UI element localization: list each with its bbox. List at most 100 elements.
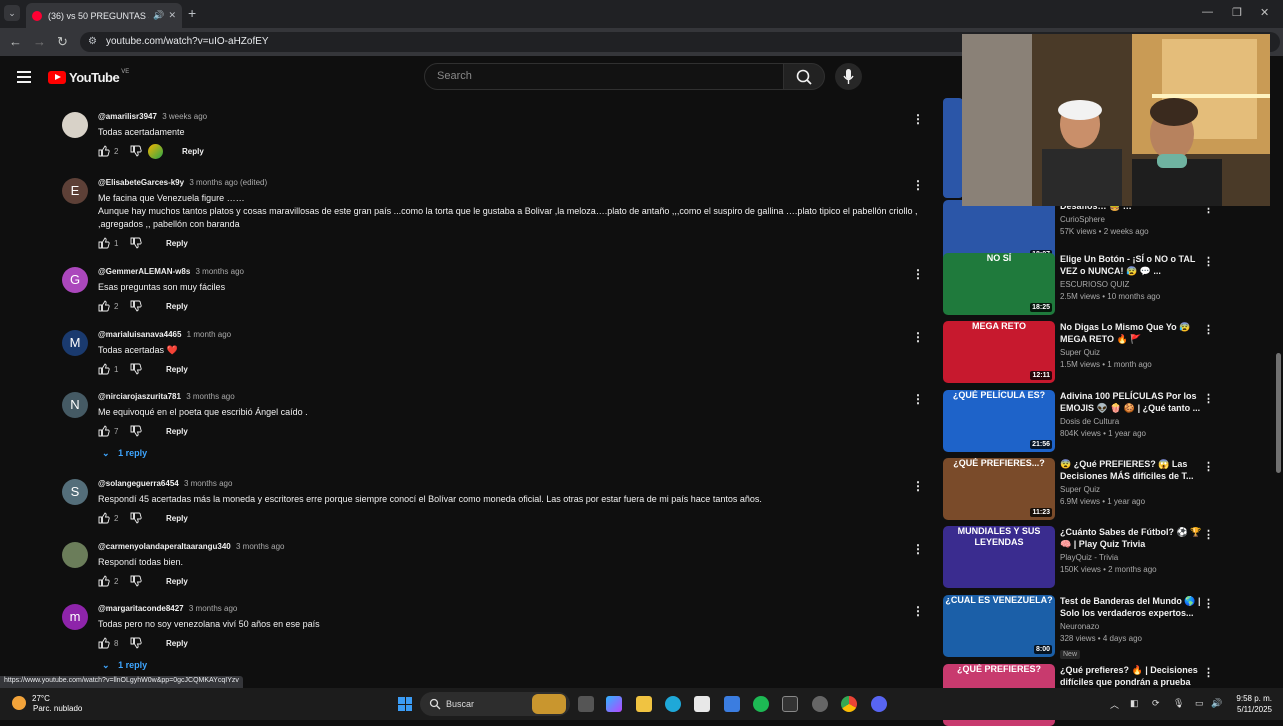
video-thumbnail[interactable]: ¿QUÉ PELÍCULA ES? 21:56	[943, 390, 1055, 452]
comment-author[interactable]: @GemmerALEMAN-w8s	[98, 267, 190, 276]
more-options-icon[interactable]: ⋮	[1203, 528, 1214, 541]
more-options-icon[interactable]: ⋮	[912, 604, 924, 618]
video-title[interactable]: Test de Banderas del Mundo 🌎 | Solo los …	[1060, 595, 1210, 619]
reply-button[interactable]: Reply	[182, 147, 204, 156]
reply-button[interactable]: Reply	[166, 427, 188, 436]
active-tab[interactable]: (36) vs 50 PREGUNTAS SOBRE 🔊 ✕	[26, 3, 182, 28]
task-view-icon[interactable]	[578, 696, 594, 712]
video-title[interactable]: Adivina 100 PELÍCULAS Por los EMOJIS 👽 🍿…	[1060, 390, 1210, 414]
video-thumbnail[interactable]: ¿CUAL ES VENEZUELA? 8:00	[943, 595, 1055, 657]
comment-time[interactable]: 3 months ago	[186, 392, 234, 401]
video-card[interactable]: ¿QUÉ PELÍCULA ES? 21:56 Adivina 100 PELÍ…	[943, 390, 1223, 452]
site-info-icon[interactable]: ⚙	[88, 32, 97, 52]
thumbs-down-icon[interactable]	[130, 637, 142, 649]
comment-time[interactable]: 3 weeks ago	[162, 112, 207, 121]
video-card[interactable]: NO SÍ 18:25 Elige Un Botón - ¡SÍ o NO o …	[943, 253, 1223, 315]
thumbs-down-icon[interactable]	[130, 575, 142, 587]
comment-time[interactable]: 3 months ago	[236, 542, 284, 551]
thumbs-up-icon[interactable]	[98, 425, 110, 437]
comment-author[interactable]: @carmenyolandaperaltaarangu340	[98, 542, 231, 551]
audio-icon[interactable]: 🔊	[153, 10, 164, 21]
reload-button[interactable]: ↻	[57, 34, 68, 50]
channel-name[interactable]: Neuronazo	[1060, 622, 1210, 631]
video-title[interactable]: ¿Qué prefieres? 🔥 | Decisiones difíciles…	[1060, 664, 1210, 688]
avatar[interactable]: N	[62, 392, 88, 418]
reply-button[interactable]: Reply	[166, 577, 188, 586]
comment-author[interactable]: @solangeguerra6454	[98, 479, 179, 488]
weather-widget[interactable]: 27°C Parc. nublado	[12, 694, 82, 714]
thumbs-down-icon[interactable]	[130, 300, 142, 312]
spotify-icon[interactable]	[753, 696, 769, 712]
edge-icon[interactable]	[665, 696, 681, 712]
start-button[interactable]	[398, 697, 412, 711]
video-thumbnail[interactable]	[943, 98, 963, 198]
reply-button[interactable]: Reply	[166, 239, 188, 248]
chrome-icon[interactable]	[841, 696, 857, 712]
channel-name[interactable]: Dosis de Cultura	[1060, 417, 1210, 426]
view-replies-button[interactable]: ⌄ 1 reply	[102, 660, 147, 671]
more-options-icon[interactable]: ⋮	[1203, 255, 1214, 268]
voice-search-button[interactable]	[835, 63, 862, 90]
video-thumbnail[interactable]: MUNDIALES Y SUS LEYENDAS	[943, 526, 1055, 588]
thumbs-down-icon[interactable]	[130, 512, 142, 524]
tray-chevron-icon[interactable]: ︿	[1110, 698, 1119, 711]
video-title[interactable]: No Digas Lo Mismo Que Yo 😰 MEGA RETO 🔥 🚩	[1060, 321, 1210, 345]
more-options-icon[interactable]: ⋮	[912, 178, 924, 192]
reply-button[interactable]: Reply	[166, 365, 188, 374]
more-options-icon[interactable]: ⋮	[1203, 460, 1214, 473]
comment-author[interactable]: @marialuisanava4465	[98, 330, 181, 339]
comment-author[interactable]: @margaritaconde8427	[98, 604, 184, 613]
avatar[interactable]: S	[62, 479, 88, 505]
channel-name[interactable]: Super Quiz	[1060, 348, 1210, 357]
tab-search-button[interactable]: ⌄	[4, 5, 20, 21]
video-title[interactable]: Elige Un Botón - ¡SÍ o NO o TAL VEZ o NU…	[1060, 253, 1210, 277]
video-thumbnail[interactable]: NO SÍ 18:25	[943, 253, 1055, 315]
comment-time[interactable]: 1 month ago	[187, 330, 231, 339]
scrollbar[interactable]	[1273, 98, 1283, 688]
epic-games-icon[interactable]	[782, 696, 798, 712]
video-title[interactable]: 😨 ¿Qué PREFIERES? 😱 Las Decisiones MÁS d…	[1060, 458, 1210, 482]
channel-name[interactable]: PlayQuiz - Trivia	[1060, 553, 1210, 562]
reply-button[interactable]: Reply	[166, 514, 188, 523]
tray-mic-icon[interactable]: 🎙	[1173, 698, 1184, 709]
more-options-icon[interactable]: ⋮	[1203, 666, 1214, 679]
volume-icon[interactable]: 🔊	[1211, 698, 1222, 709]
thumbs-down-icon[interactable]	[130, 425, 142, 437]
search-button[interactable]	[783, 63, 825, 90]
more-options-icon[interactable]: ⋮	[912, 479, 924, 493]
reply-button[interactable]: Reply	[166, 302, 188, 311]
tray-app-icon[interactable]: ◧	[1130, 698, 1139, 709]
view-replies-button[interactable]: ⌄ 1 reply	[102, 448, 147, 459]
more-options-icon[interactable]: ⋮	[1203, 597, 1214, 610]
avatar[interactable]: E	[62, 178, 88, 204]
scrollbar-thumb[interactable]	[1276, 353, 1281, 473]
minimize-button[interactable]: —	[1202, 6, 1213, 18]
store-icon[interactable]	[694, 696, 710, 712]
thumbs-up-icon[interactable]	[98, 145, 110, 157]
avatar[interactable]: m	[62, 604, 88, 630]
more-options-icon[interactable]: ⋮	[912, 330, 924, 344]
maximize-button[interactable]: ❐	[1232, 6, 1242, 19]
thumbs-up-icon[interactable]	[98, 637, 110, 649]
comment-time[interactable]: 3 months ago	[189, 604, 237, 613]
channel-name[interactable]: Super Quiz	[1060, 485, 1210, 494]
comment-time[interactable]: 3 months ago	[196, 267, 244, 276]
discord-icon[interactable]	[871, 696, 887, 712]
video-card[interactable]: ¿QUÉ PREFIERES...? 11:23 😨 ¿Qué PREFIERE…	[943, 458, 1223, 520]
video-card[interactable]: MUNDIALES Y SUS LEYENDAS ¿Cuánto Sabes d…	[943, 526, 1223, 588]
comment-author[interactable]: @ElisabeteGarces-k9y	[98, 178, 184, 187]
avatar[interactable]: M	[62, 330, 88, 356]
taskbar-clock[interactable]: 9:58 p. m. 5/11/2025	[1224, 693, 1272, 715]
thumbs-up-icon[interactable]	[98, 237, 110, 249]
file-explorer-icon[interactable]	[636, 696, 652, 712]
taskbar-search[interactable]: Buscar	[420, 692, 570, 716]
network-icon[interactable]: ▭	[1195, 698, 1204, 709]
close-window-button[interactable]: ✕	[1260, 6, 1269, 19]
new-tab-button[interactable]: +	[188, 5, 196, 21]
more-options-icon[interactable]: ⋮	[912, 392, 924, 406]
thumbs-up-icon[interactable]	[98, 300, 110, 312]
comment-author[interactable]: @amarilisr3947	[98, 112, 157, 121]
video-thumbnail[interactable]: ¿QUÉ PREFIERES...? 11:23	[943, 458, 1055, 520]
video-card[interactable]: ¿CUAL ES VENEZUELA? 8:00 Test de Bandera…	[943, 595, 1223, 659]
thumbs-down-icon[interactable]	[130, 145, 142, 157]
